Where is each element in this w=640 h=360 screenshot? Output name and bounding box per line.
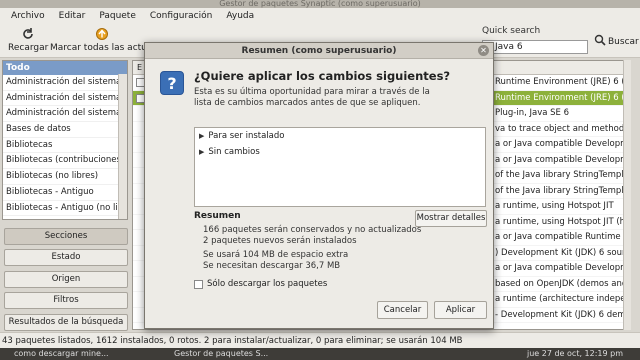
mark-all-label: Marcar todas las actual <box>50 43 155 53</box>
expand-arrow-icon[interactable]: ▶ <box>199 128 204 144</box>
question-icon: ? <box>160 71 184 95</box>
menu-archivo[interactable]: Archivo <box>4 11 52 21</box>
show-details-button[interactable]: Mostrar detalles <box>415 210 487 227</box>
download-only-checkbox[interactable] <box>194 279 203 289</box>
menu-paquete[interactable]: Paquete <box>92 11 143 21</box>
custom-filters-button[interactable]: Filtros <box>4 292 128 309</box>
reload-label: Recargar <box>8 43 49 53</box>
search-button-label: Buscar <box>608 36 639 47</box>
section-item[interactable]: Bibliotecas <box>3 138 127 154</box>
search-results-button[interactable]: Resultados de la búsqueda <box>4 314 128 331</box>
status-bar: 43 paquetes listados, 1612 instalados, 0… <box>0 332 640 348</box>
section-item[interactable]: Bibliotecas (no libres) <box>3 169 127 185</box>
cancel-button[interactable]: Cancelar <box>377 301 428 319</box>
apply-button[interactable]: Aplicar <box>434 301 487 319</box>
dialog-description: Esta es su última oportunidad para mirar… <box>194 87 430 108</box>
tree-row-to-install[interactable]: ▶ Para ser instalado <box>195 128 485 144</box>
status-filter-button[interactable]: Estado <box>4 249 128 266</box>
mark-all-upgrades-button[interactable]: Marcar todas las actual <box>50 26 155 53</box>
quick-search-value: Java 6 <box>495 42 523 52</box>
menu-configuracion[interactable]: Configuración <box>143 11 219 21</box>
taskbar-item-browser[interactable]: como descargar mine... <box>14 348 109 360</box>
dialog-titlebar: Resumen (como superusuario) ✕ <box>145 43 493 59</box>
section-list-scrollbar[interactable] <box>118 74 127 219</box>
section-item[interactable]: Administración del sistema ( <box>3 91 127 107</box>
section-list: Todo Administración del sistema Administ… <box>2 60 128 220</box>
menu-ayuda[interactable]: Ayuda <box>219 11 261 21</box>
reload-icon <box>20 26 36 42</box>
summary-heading: Resumen <box>194 211 241 221</box>
quick-search-input[interactable]: Java 6 <box>482 40 588 54</box>
section-item[interactable]: Administración del sistema ( <box>3 106 127 123</box>
tree-row-unchanged[interactable]: ▶ Sin cambios <box>195 144 485 160</box>
download-only-label: Sólo descargar los paquetes <box>207 279 328 289</box>
summary-dialog: Resumen (como superusuario) ✕ ? ¿Quiere … <box>144 42 494 329</box>
section-item[interactable]: Administración del sistema <box>3 75 127 91</box>
summary-line: Se necesitan descargar 36,7 MB <box>203 260 341 271</box>
section-item[interactable]: Bibliotecas - Antiguo <box>3 185 127 201</box>
section-item[interactable]: Bases de datos <box>3 122 127 138</box>
section-list-header[interactable]: Todo <box>3 61 127 75</box>
summary-line: 166 paquetes serán conservados y no actu… <box>203 225 422 235</box>
origin-filter-button[interactable]: Origen <box>4 271 128 288</box>
changes-tree: ▶ Para ser instalado ▶ Sin cambios <box>194 127 486 207</box>
section-item[interactable]: Bibliotecas - Antiguo (no libre <box>3 201 127 217</box>
menu-editar[interactable]: Editar <box>52 11 93 21</box>
search-button[interactable]: Buscar <box>594 34 639 49</box>
quick-search-label: Quick search <box>482 26 541 36</box>
tree-row-label: Para ser instalado <box>208 131 285 141</box>
taskbar: como descargar mine... Gestor de paquete… <box>0 348 640 360</box>
taskbar-item-synaptic[interactable]: Gestor de paquetes S... <box>174 348 268 360</box>
summary-lines: 166 paquetes serán conservados y no actu… <box>203 225 421 271</box>
summary-line: 2 paquetes nuevos serán instalados <box>203 235 357 246</box>
menu-bar: Archivo Editar Paquete Configuración Ayu… <box>0 8 640 24</box>
taskbar-clock[interactable]: jue 27 de oct, 12:19 pm <box>527 348 623 360</box>
reload-button[interactable]: Recargar <box>8 26 48 53</box>
sections-filter-button[interactable]: Secciones <box>4 228 128 245</box>
close-icon[interactable]: ✕ <box>478 45 489 56</box>
tree-row-label: Sin cambios <box>208 147 260 157</box>
section-item[interactable]: Bibliotecas (contribuciones) <box>3 153 127 170</box>
dialog-title: Resumen (como superusuario) <box>241 46 397 56</box>
dialog-heading: ¿Quiere aplicar los cambios siguientes? <box>194 69 451 83</box>
summary-line: Se usará 104 MB de espacio extra <box>203 250 349 260</box>
package-list-scrollbar[interactable] <box>623 60 631 330</box>
expand-arrow-icon[interactable]: ▶ <box>199 144 204 160</box>
download-only-option[interactable]: Sólo descargar los paquetes <box>194 279 327 289</box>
search-icon <box>594 34 606 49</box>
mark-upgrades-icon <box>94 26 110 42</box>
window-title: Gestor de paquetes Synaptic (como superu… <box>0 0 640 8</box>
